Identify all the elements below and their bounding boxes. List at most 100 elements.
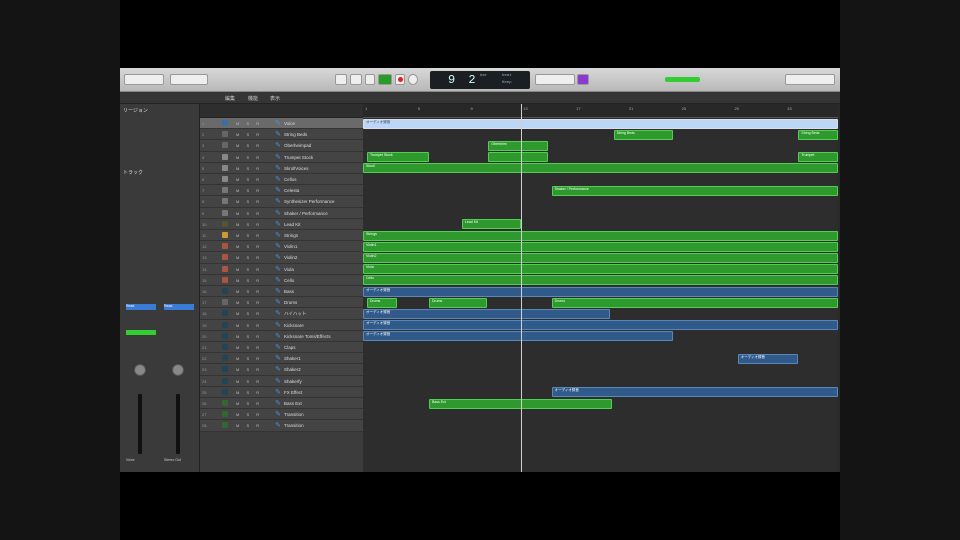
- region[interactable]: Viola: [363, 264, 838, 275]
- mute-solo-record-buttons[interactable]: M S R: [236, 300, 262, 305]
- track-header[interactable]: 28 M S R ✎ Transition: [200, 420, 363, 432]
- track-name[interactable]: Bass Ext: [284, 401, 302, 406]
- forward-button[interactable]: [350, 74, 362, 85]
- region[interactable]: Skroll: [363, 163, 838, 174]
- track-header[interactable]: 27 M S R ✎ Transition: [200, 409, 363, 421]
- track-header[interactable]: 20 M S R ✎ Kicksnare Toms/Effects: [200, 330, 363, 342]
- region[interactable]: String Beds: [613, 129, 674, 140]
- region[interactable]: Trumpet: [798, 152, 838, 163]
- track-header[interactable]: 21 M S R ✎ Claps: [200, 342, 363, 354]
- region[interactable]: String Beds: [798, 129, 838, 140]
- mute-solo-record-buttons[interactable]: M S R: [236, 379, 262, 384]
- track-name[interactable]: FX Effect: [284, 390, 302, 395]
- count-in-button[interactable]: [577, 74, 589, 85]
- track-name[interactable]: Celesta: [284, 188, 299, 193]
- mute-solo-record-buttons[interactable]: M S R: [236, 412, 262, 417]
- track-name[interactable]: Shakerfy: [284, 379, 302, 384]
- region[interactable]: Trumpet Stock: [366, 152, 429, 163]
- track-header[interactable]: 6 M S R ✎ Cellos: [200, 174, 363, 186]
- region[interactable]: Lead Kit: [461, 219, 522, 230]
- region[interactable]: Violin1: [363, 241, 838, 252]
- automation-pencil-icon[interactable]: ✎: [275, 399, 281, 407]
- mute-solo-record-buttons[interactable]: M S R: [236, 143, 262, 148]
- track-header[interactable]: 11 M S R ✎ Strings: [200, 230, 363, 242]
- mute-solo-record-buttons[interactable]: M S R: [236, 390, 262, 395]
- track-header[interactable]: 25 M S R ✎ FX Effect: [200, 386, 363, 398]
- mute-solo-record-buttons[interactable]: M S R: [236, 423, 262, 428]
- functions-menu[interactable]: 機能: [248, 95, 258, 102]
- track-name[interactable]: Claps: [284, 345, 296, 350]
- track-name[interactable]: SkrollVoices: [284, 166, 309, 171]
- playhead[interactable]: [521, 104, 523, 472]
- cycle-button[interactable]: [408, 74, 418, 85]
- volume-fader[interactable]: [176, 394, 180, 454]
- track-name[interactable]: String Beds: [284, 132, 307, 137]
- automation-pencil-icon[interactable]: ✎: [275, 276, 281, 284]
- input-button[interactable]: [126, 330, 156, 335]
- track-header[interactable]: 8 M S R ✎ Synthesizer Performance: [200, 196, 363, 208]
- track-header[interactable]: 7 M S R ✎ Celesta: [200, 185, 363, 197]
- window-buttons[interactable]: [785, 74, 835, 85]
- track-name[interactable]: Cello: [284, 278, 294, 283]
- automation-pencil-icon[interactable]: ✎: [275, 309, 281, 317]
- track-name[interactable]: Trumpet Stock: [284, 155, 313, 160]
- track-header[interactable]: 19 M S R ✎ Kicksnare: [200, 319, 363, 331]
- automation-pencil-icon[interactable]: ✎: [275, 220, 281, 228]
- track-name[interactable]: Drums: [284, 300, 297, 305]
- region[interactable]: オーディオ録音: [363, 286, 838, 297]
- automation-pencil-icon[interactable]: ✎: [275, 197, 281, 205]
- track-header[interactable]: 24 M S R ✎ Shakerfy: [200, 375, 363, 387]
- automation-read[interactable]: Read: [164, 304, 194, 310]
- track-name[interactable]: Transition: [284, 423, 304, 428]
- track-header[interactable]: 26 M S R ✎ Bass Ext: [200, 398, 363, 410]
- region[interactable]: Violin2: [363, 252, 838, 263]
- play-button[interactable]: [378, 74, 392, 85]
- region[interactable]: オーディオ録音: [737, 353, 799, 364]
- record-button[interactable]: [395, 74, 405, 85]
- track-name[interactable]: Violin2: [284, 255, 297, 260]
- mute-solo-record-buttons[interactable]: M S R: [236, 345, 262, 350]
- track-name[interactable]: Transition: [284, 412, 304, 417]
- automation-pencil-icon[interactable]: ✎: [275, 410, 281, 418]
- track-header[interactable]: 5 M S R ✎ SkrollVoices: [200, 162, 363, 174]
- automation-pencil-icon[interactable]: ✎: [275, 153, 281, 161]
- track-header[interactable]: 2 M S R ✎ String Beds: [200, 129, 363, 141]
- mute-solo-record-buttons[interactable]: M S R: [236, 132, 262, 137]
- region[interactable]: Drums: [366, 297, 398, 308]
- mute-solo-record-buttons[interactable]: M S R: [236, 401, 262, 406]
- mute-solo-record-buttons[interactable]: M S R: [236, 244, 262, 249]
- inspector-track-header[interactable]: トラック: [120, 166, 146, 179]
- view-buttons[interactable]: [124, 74, 164, 85]
- master-volume-slider[interactable]: [665, 77, 700, 82]
- automation-pencil-icon[interactable]: ✎: [275, 119, 281, 127]
- region-lanes[interactable]: オーディオ録音 String Beds String Beds Oberheim Tru…: [363, 118, 838, 472]
- region[interactable]: [488, 152, 548, 163]
- mute-solo-record-buttons[interactable]: M S R: [236, 199, 262, 204]
- region[interactable]: Shaker / Performance: [551, 185, 838, 196]
- edit-tools-buttons[interactable]: [170, 74, 208, 85]
- mute-solo-record-buttons[interactable]: M S R: [236, 222, 262, 227]
- stop-button[interactable]: [365, 74, 375, 85]
- pan-knob[interactable]: [172, 364, 184, 376]
- track-name[interactable]: Bass: [284, 289, 294, 294]
- track-name[interactable]: Oberheimpad: [284, 143, 311, 148]
- view-menu[interactable]: 表示: [270, 95, 280, 102]
- track-header[interactable]: 22 M S R ✎ Shaker1: [200, 353, 363, 365]
- region[interactable]: オーディオ録音: [363, 308, 610, 319]
- track-header[interactable]: 18 M S R ✎ ハイハット: [200, 308, 363, 320]
- automation-pencil-icon[interactable]: ✎: [275, 231, 281, 239]
- automation-pencil-icon[interactable]: ✎: [275, 265, 281, 273]
- automation-pencil-icon[interactable]: ✎: [275, 164, 281, 172]
- automation-pencil-icon[interactable]: ✎: [275, 209, 281, 217]
- mute-solo-record-buttons[interactable]: M S R: [236, 166, 262, 171]
- automation-pencil-icon[interactable]: ✎: [275, 141, 281, 149]
- automation-pencil-icon[interactable]: ✎: [275, 354, 281, 362]
- tracks-area[interactable]: 1 5 9 13 17 21 25 29 33 オーディオ録音 String Beds String…: [363, 104, 838, 472]
- mute-solo-record-buttons[interactable]: M S R: [236, 323, 262, 328]
- mute-solo-record-buttons[interactable]: M S R: [236, 356, 262, 361]
- mute-solo-record-buttons[interactable]: M S R: [236, 177, 262, 182]
- region[interactable]: Cello: [363, 275, 838, 286]
- track-header[interactable]: 1 M S R ✎ Voice: [200, 118, 363, 130]
- mute-solo-record-buttons[interactable]: M S R: [236, 278, 262, 283]
- track-name[interactable]: Shaker1: [284, 356, 301, 361]
